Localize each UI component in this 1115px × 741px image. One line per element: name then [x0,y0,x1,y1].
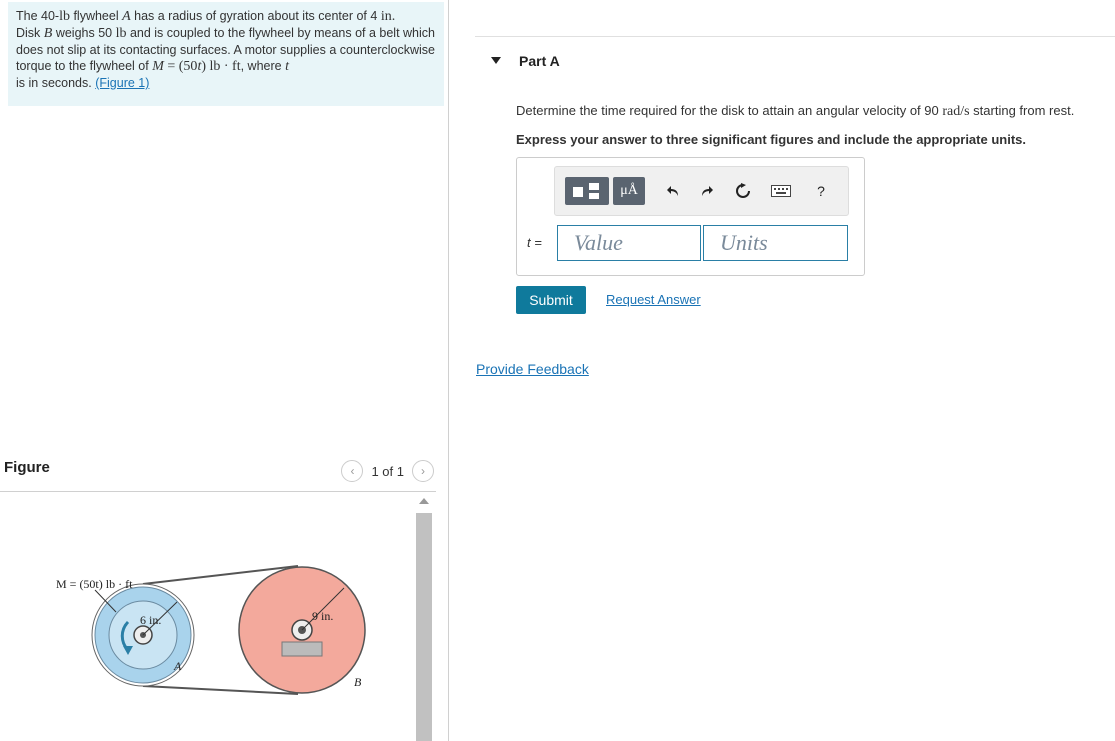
reset-icon[interactable] [733,181,753,201]
problem-text: flywheel [69,9,123,23]
figure-title: Figure [4,459,50,476]
left-panel: The 40-lb flywheel A has a radius of gyr… [0,0,449,741]
question-part: starting from rest. [969,103,1075,118]
value-input[interactable]: Value [557,225,701,261]
units-input[interactable]: Units [703,225,848,261]
moment-label: M = (50t) lb · ft [56,577,133,591]
math-var: t [285,59,289,74]
scroll-thumb[interactable] [416,513,432,741]
math-unit: rad/s [942,104,970,119]
math-toolbar: μÅ ? [554,166,849,216]
figure-link[interactable]: (Figure 1) [95,76,149,90]
question-part: Determine the time required for the disk… [516,103,943,118]
math-var: A [122,9,131,24]
undo-icon[interactable] [663,181,683,201]
keyboard-icon[interactable] [769,181,793,201]
help-icon[interactable]: ? [811,181,831,201]
templates-icon[interactable] [565,177,609,205]
next-figure-button[interactable]: › [412,460,434,482]
math-unit: lb [59,9,70,24]
submit-button[interactable]: Submit [516,286,586,314]
right-panel: Part A Determine the time required for t… [450,0,1115,741]
problem-text: has a radius of gyration about its cente… [130,9,381,23]
radius-b-label: 9 in. [312,609,333,623]
pager-count: 1 of 1 [371,463,404,479]
math-unit: in. [380,9,396,24]
answer-box: μÅ ? t = Value Units [516,157,865,276]
problem-text: weighs 50 [52,26,116,40]
math-var: M [152,59,164,74]
math-unit: ) lb · ft [201,59,241,74]
collapse-caret-icon[interactable] [491,57,501,64]
part-header[interactable]: Part A [475,36,1115,85]
question-text: Determine the time required for the disk… [516,103,1074,120]
keyboard-glyph [771,185,791,197]
instruction-text: Express your answer to three significant… [516,132,1026,147]
reset-glyph [736,183,750,198]
templates-glyph [573,183,599,199]
undo-glyph [667,186,678,196]
problem-text: is in seconds. [16,76,96,90]
request-answer-link[interactable]: Request Answer [606,292,701,307]
figure-header: Figure ‹ 1 of 1 › [0,455,436,492]
figure-pager: ‹ 1 of 1 › [341,460,434,482]
label-a: A [173,659,182,673]
chevron-right-icon: › [421,464,425,478]
radius-a-label: 6 in. [140,613,161,627]
redo-icon[interactable] [697,181,717,201]
provide-feedback-link[interactable]: Provide Feedback [476,361,589,377]
prev-figure-button[interactable]: ‹ [341,460,364,482]
problem-statement: The 40-lb flywheel A has a radius of gyr… [8,2,444,106]
figure-scrollbar[interactable] [416,495,432,741]
math-expr: = (50 [163,59,198,74]
redo-glyph [702,186,713,196]
scroll-up-arrow-icon[interactable] [419,498,429,504]
label-b: B [354,675,362,689]
problem-text: The 40- [16,9,60,23]
variable-label: t = [527,235,542,250]
chevron-left-icon: ‹ [350,464,355,478]
math-unit: lb [115,26,127,41]
figure-image: M = (50t) lb · ft 6 in. 9 in. A B [56,565,366,695]
part-title: Part A [519,53,560,69]
problem-text: , where [240,59,286,73]
units-icon[interactable]: μÅ [613,177,645,205]
problem-text: Disk [16,26,44,40]
disk-base [281,641,323,657]
